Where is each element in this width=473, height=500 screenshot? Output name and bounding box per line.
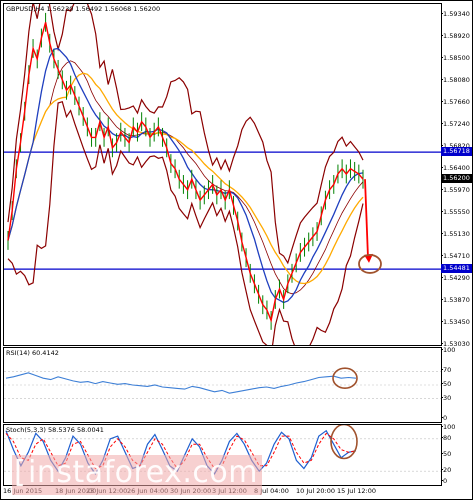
current-price-tag: 1.56200: [441, 173, 472, 183]
forecast-arrow-icon: [364, 179, 369, 258]
stochastic-circle-icon: [330, 425, 358, 460]
watermark-text: instaforex.com: [28, 455, 259, 490]
price-tick-label: 1.55550: [441, 208, 470, 217]
rsi-tick-label: 70: [440, 366, 452, 375]
stochastic-tick-label: 100: [440, 423, 456, 431]
rsi-tick-label: 50: [440, 380, 452, 388]
price-chart-panel[interactable]: GBPUSD,H4 1.56230 1.56492 1.56068 1.5620…: [3, 3, 442, 346]
rsi-tick-label: 30: [440, 393, 452, 402]
rsi-tick-label: 100: [440, 346, 456, 354]
rsi-tick-label: 0: [440, 414, 448, 422]
upper-level-tag: 1.56718: [441, 146, 472, 156]
price-tick-label: 1.53870: [441, 296, 470, 305]
lower-level-tag: 1.54481: [441, 263, 472, 273]
rsi-plot[interactable]: [4, 348, 441, 422]
stochastic-header: Stoch(5,3,3) 58.5376 58.0041: [6, 426, 104, 434]
watermark-logo-icon: [: [14, 455, 26, 490]
price-chart-plot[interactable]: [4, 4, 441, 345]
time-tick-label: 15 Jul 12:00: [337, 487, 376, 495]
price-tick-label: 1.56400: [441, 163, 470, 172]
bollinger-lower-line: [7, 100, 364, 345]
rsi-header: RSI(14) 60.4142: [6, 349, 59, 357]
slow-ma-line: [7, 72, 364, 285]
price-tick-label: 1.58500: [441, 53, 470, 62]
time-tick-label: 10 Jul 20:00: [296, 487, 335, 495]
price-tick-label: 1.57240: [441, 119, 470, 128]
price-line: [7, 22, 364, 323]
symbol-header: GBPUSD,H4 1.56230 1.56492 1.56068 1.5620…: [6, 5, 161, 13]
price-tick-label: 1.58920: [441, 31, 470, 40]
price-tick-label: 1.55130: [441, 230, 470, 239]
stochastic-tick-label: 0: [440, 477, 448, 485]
stochastic-tick-label: 80: [440, 433, 452, 442]
price-tick-label: 1.59340: [441, 9, 470, 18]
price-tick-label: 1.54710: [441, 252, 470, 261]
bollinger-upper-line: [7, 4, 364, 265]
rsi-panel[interactable]: RSI(14) 60.4142: [3, 347, 442, 423]
price-tick-label: 1.53450: [441, 318, 470, 327]
price-tick-label: 1.55970: [441, 186, 470, 195]
stochastic-tick-label: 20: [440, 466, 452, 475]
rsi-line: [5, 372, 357, 394]
stochastic-axis: 100 80 50 20 0: [440, 423, 473, 485]
price-tick-label: 1.58080: [441, 75, 470, 84]
price-tick-label: 1.54290: [441, 274, 470, 283]
rsi-axis: 100 70 50 30 0: [440, 346, 473, 422]
stochastic-tick-label: 50: [440, 450, 452, 458]
bollinger-middle-line: [7, 60, 364, 295]
price-tick-label: 1.57660: [441, 97, 470, 106]
